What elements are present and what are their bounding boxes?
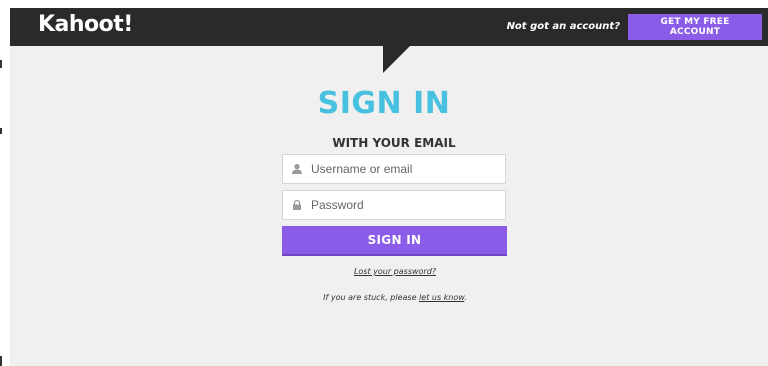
username-input[interactable] <box>309 161 493 177</box>
frame-edge-mark <box>0 356 2 366</box>
password-field[interactable] <box>282 190 506 220</box>
help-suffix: . <box>464 293 467 302</box>
frame-edge-mark <box>0 60 2 68</box>
sign-in-button[interactable]: SIGN IN <box>282 226 507 256</box>
get-free-account-button[interactable]: GET MY FREE ACCOUNT <box>628 14 762 40</box>
contact-link[interactable]: let us know <box>419 293 464 302</box>
page-subtitle: WITH YOUR EMAIL <box>332 136 456 150</box>
header-pointer <box>383 46 410 73</box>
username-field[interactable] <box>282 154 506 184</box>
help-prefix: If you are stuck, please <box>323 293 420 302</box>
help-text: If you are stuck, please let us know. <box>0 293 768 302</box>
password-input[interactable] <box>309 197 493 213</box>
frame-edge-mark <box>0 128 2 134</box>
lost-password-link[interactable]: Lost your password? <box>0 267 768 276</box>
top-header: Kahoot! Not got an account? GET MY FREE … <box>10 8 768 46</box>
kahoot-logo[interactable]: Kahoot! <box>38 12 133 37</box>
account-prompt-text: Not got an account? <box>506 21 620 32</box>
lock-icon <box>293 199 301 210</box>
user-icon <box>292 164 302 174</box>
page-title: SIGN IN <box>317 86 451 121</box>
